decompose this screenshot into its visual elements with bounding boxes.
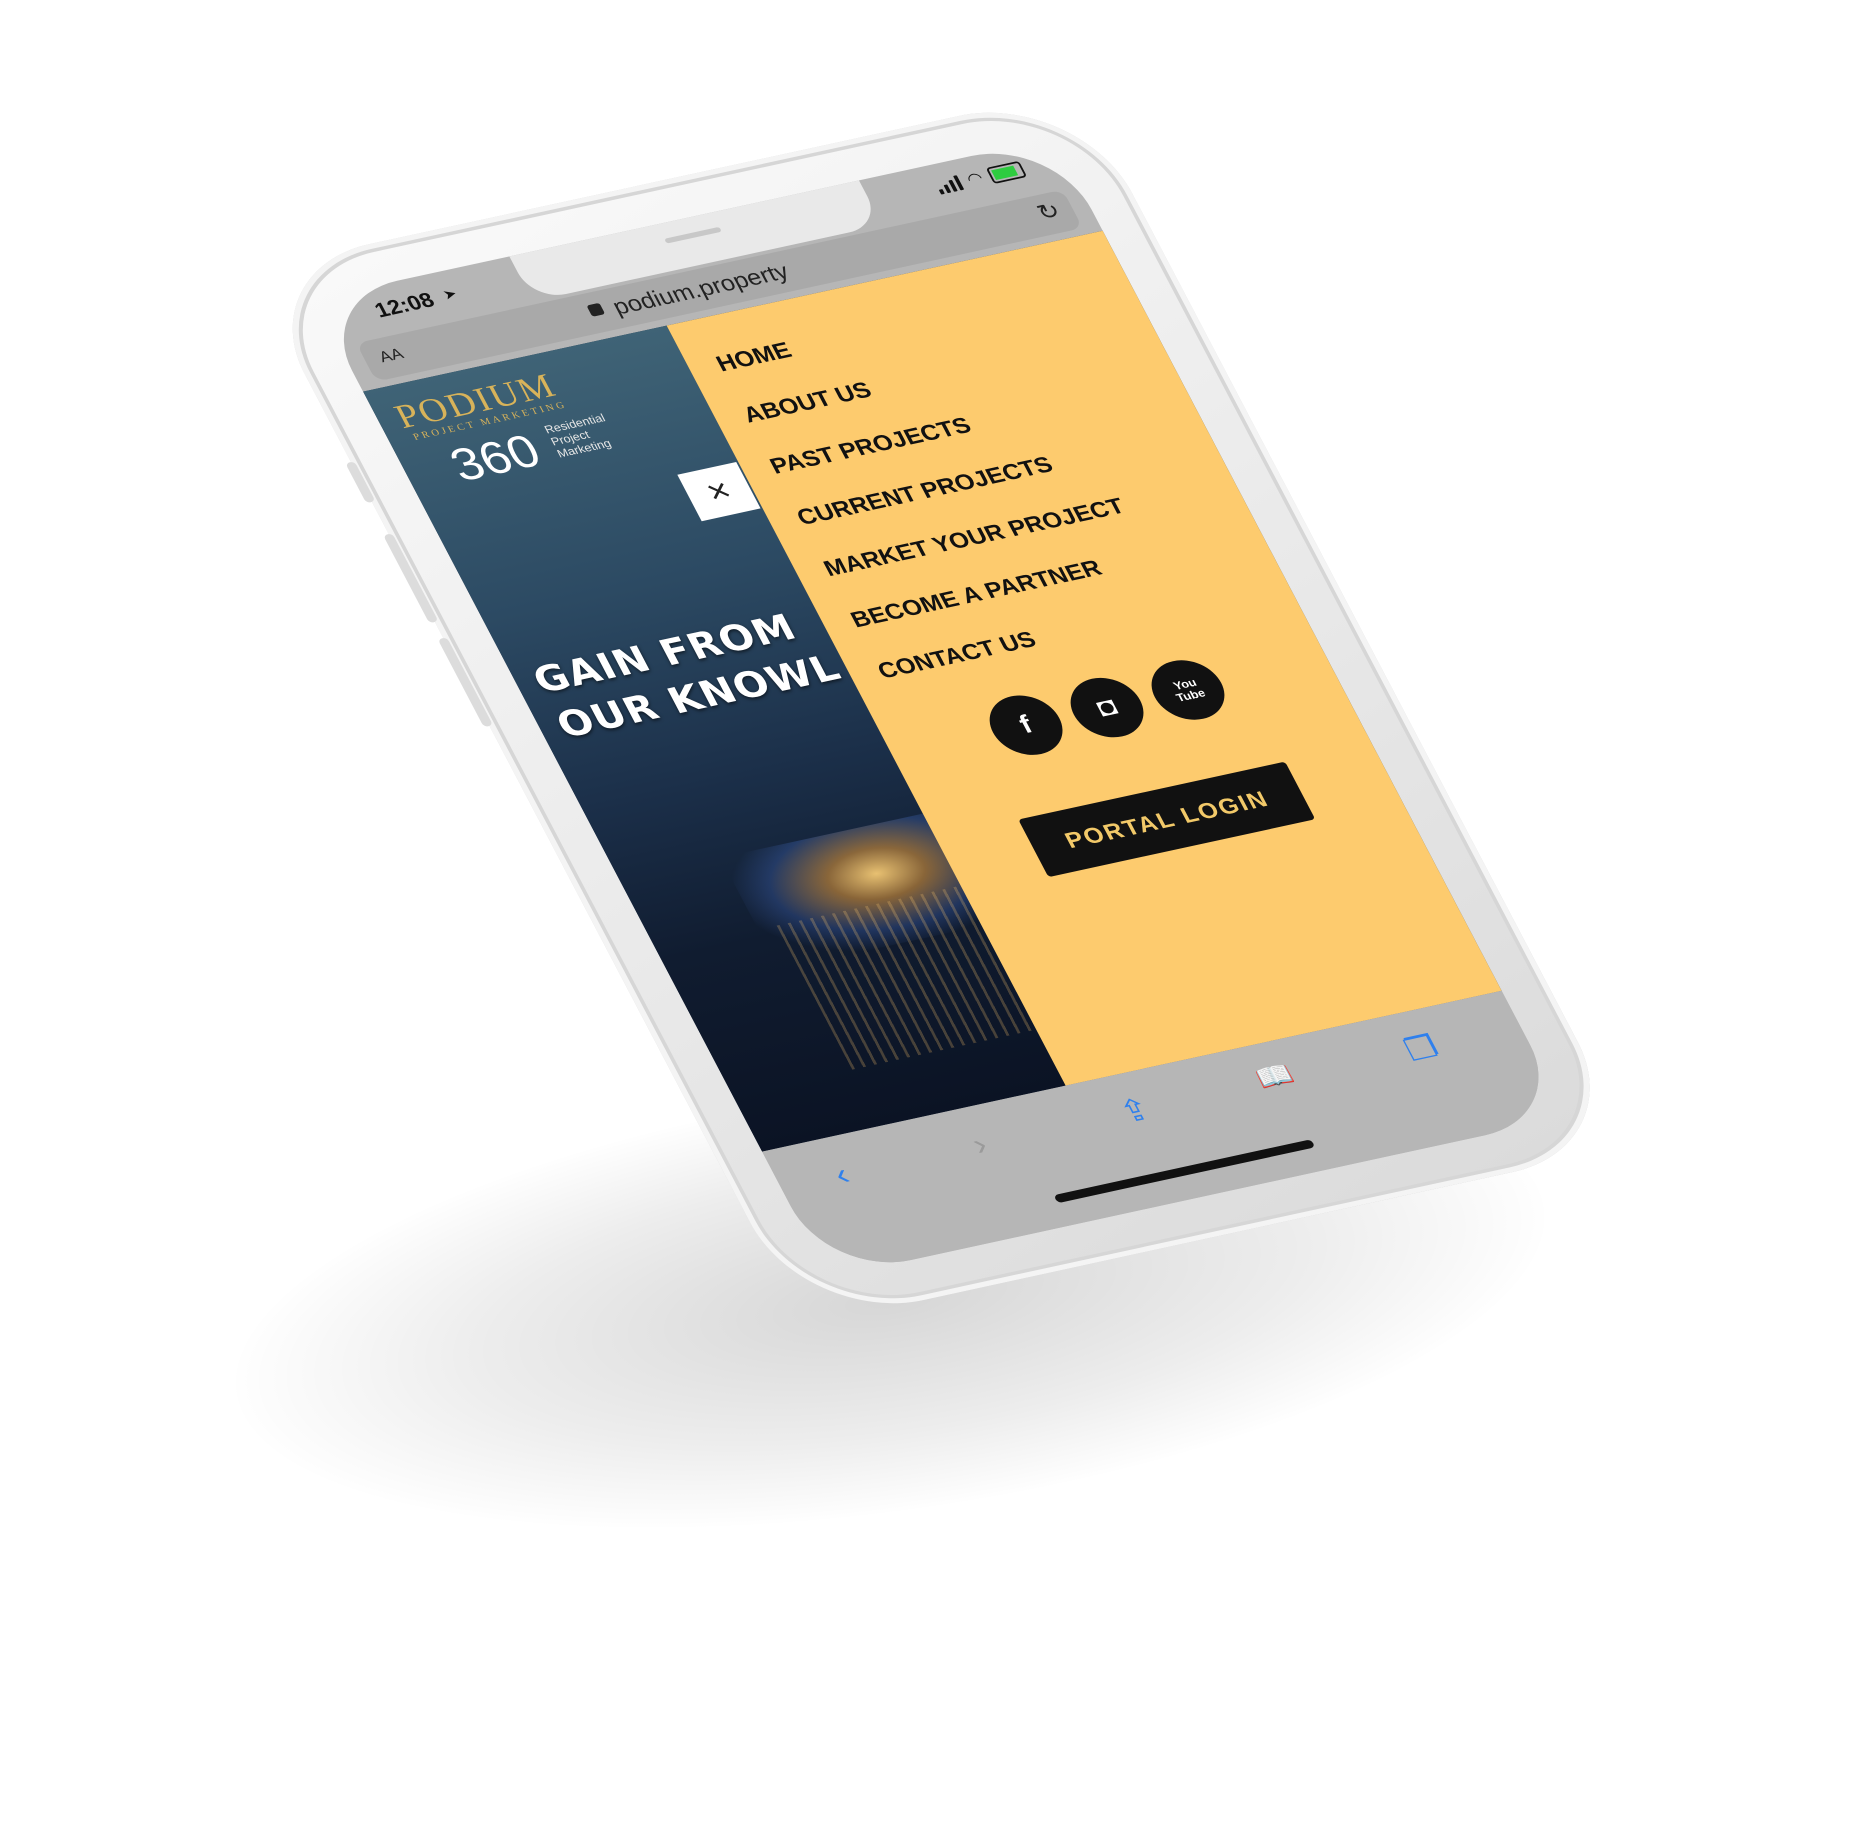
iphone-device: 12:08 ➤ ◠ AA podium.property ↻ PODIUM PR… [250, 90, 1633, 1326]
hero-tagline: GAIN FROM OUR KNOWL [525, 606, 848, 746]
youtube-icon[interactable]: You Tube [1139, 654, 1237, 726]
tabs-icon[interactable]: ❐ [1398, 1028, 1445, 1068]
reload-icon[interactable]: ↻ [1032, 197, 1065, 226]
web-page: PODIUM PROJECT MARKETING 360 Residential… [363, 230, 1502, 1152]
status-time: 12:08 [370, 288, 439, 323]
close-icon: × [699, 472, 738, 511]
bookmarks-icon[interactable]: 📖 [1251, 1059, 1300, 1094]
status-icons: ◠ [933, 160, 1028, 195]
portal-login-button[interactable]: PORTAL LOGIN [1018, 761, 1316, 878]
battery-charging-icon [985, 160, 1028, 184]
facebook-icon[interactable]: f [977, 689, 1075, 762]
forward-button[interactable]: › [965, 1126, 994, 1162]
instagram-icon[interactable]: ◘ [1058, 671, 1156, 744]
signal-icon [934, 174, 965, 195]
text-size-button[interactable]: AA [376, 345, 407, 367]
phone-mockup-scene: 12:08 ➤ ◠ AA podium.property ↻ PODIUM PR… [0, 0, 1863, 1821]
earpiece-speaker [664, 226, 722, 244]
lock-icon [586, 302, 606, 317]
logo-360: 360 [441, 425, 550, 492]
back-button[interactable]: ‹ [827, 1156, 856, 1192]
wifi-icon: ◠ [963, 168, 987, 188]
logo-side-text: Residential Project Marketing [542, 411, 614, 460]
share-icon[interactable]: ⇪ [1113, 1091, 1158, 1131]
location-arrow-icon: ➤ [440, 286, 460, 303]
